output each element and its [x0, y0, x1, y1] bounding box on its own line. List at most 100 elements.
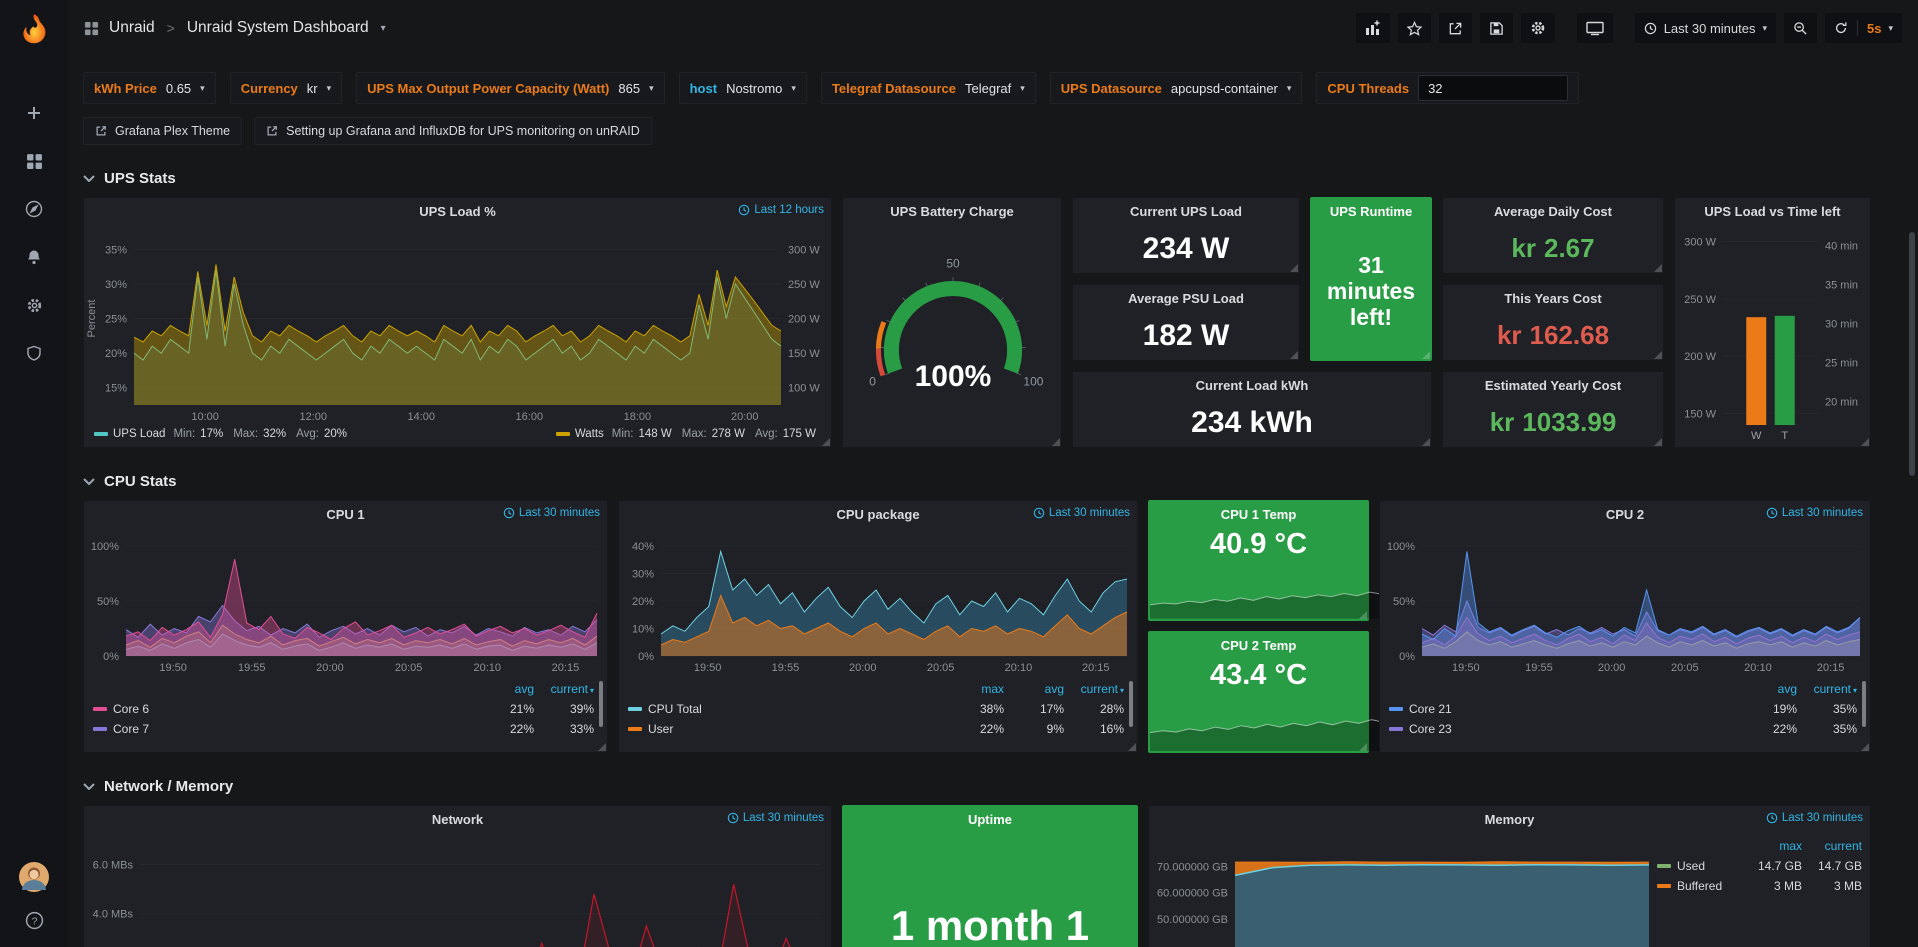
legend-row-buffered[interactable]: Buffered3 MB3 MB	[1657, 876, 1862, 896]
network-chart[interactable]: 2.0 MBs4.0 MBs6.0 MBs19:5019:5520:0020:0…	[84, 832, 831, 947]
panel-title[interactable]: Average Daily Cost	[1494, 204, 1612, 219]
panel-resize-handle[interactable]	[1861, 743, 1869, 751]
dashboard-settings-button[interactable]	[1521, 13, 1555, 43]
panel-title[interactable]: Average PSU Load	[1128, 291, 1244, 306]
memory-chart[interactable]: 50.000000 GB60.000000 GB70.000000 GB	[1149, 832, 1657, 947]
panel-title[interactable]: This Years Cost	[1504, 291, 1601, 306]
sidebar-alerting-button[interactable]	[0, 236, 68, 278]
cpu2-chart[interactable]: 0%50%100%19:5019:5520:0020:0520:1020:15	[1380, 527, 1870, 676]
panel-time-range[interactable]: Last 30 minutes	[1766, 812, 1863, 824]
row-header-ups-stats[interactable]: UPS Stats	[83, 167, 1918, 189]
legend-column-max[interactable]: max	[1742, 839, 1802, 853]
panel-title[interactable]: Memory	[1485, 812, 1535, 827]
legend-row-core-21[interactable]: Core 2119%35%	[1389, 699, 1857, 719]
legend-column-current[interactable]: current	[1802, 839, 1862, 853]
legend-column-current[interactable]: current▾	[534, 682, 594, 696]
legend-item-ups-load[interactable]: UPS LoadMin:17%Max:32%Avg:20%	[94, 428, 352, 440]
cpu1-chart[interactable]: 0%50%100%19:5019:5520:0020:0520:1020:15	[84, 527, 607, 676]
page-scrollbar[interactable]	[1909, 232, 1915, 476]
share-button[interactable]	[1439, 13, 1472, 43]
svg-text:100%: 100%	[1387, 541, 1415, 553]
legend-column-avg[interactable]: avg	[1737, 682, 1797, 696]
legend-row-core-6[interactable]: Core 621%39%	[93, 699, 594, 719]
variable-ups-datasource[interactable]: UPS Datasourceapcupsd-container▾	[1050, 72, 1303, 104]
legend-column-max[interactable]: max	[944, 682, 1004, 696]
refresh-button[interactable]: 5s ▾	[1825, 13, 1902, 43]
variable-cpu-threads[interactable]: CPU Threads32	[1316, 72, 1579, 104]
dashboard-link-setting-up-grafana-and-influxdb-for-ups-monitoring-on-unraid[interactable]: Setting up Grafana and InfluxDB for UPS …	[254, 117, 652, 145]
panel-title[interactable]: Network	[432, 812, 483, 827]
panel-time-range[interactable]: Last 30 minutes	[727, 812, 824, 824]
panel-title[interactable]: UPS Runtime	[1330, 204, 1412, 219]
panel-resize-handle[interactable]	[1128, 743, 1136, 751]
legend-column-avg[interactable]: avg	[1004, 682, 1064, 696]
breadcrumb-app[interactable]: Unraid	[109, 19, 155, 37]
legend-row-used[interactable]: Used14.7 GB14.7 GB	[1657, 856, 1862, 876]
tv-mode-button[interactable]	[1577, 13, 1613, 43]
variable-input[interactable]: 32	[1418, 75, 1568, 101]
sidebar-configuration-button[interactable]	[0, 284, 68, 326]
sidebar-create-button[interactable]	[0, 92, 68, 134]
legend-scrollbar[interactable]	[1129, 681, 1133, 727]
panel-time-range[interactable]: Last 30 minutes	[1033, 507, 1130, 519]
variable-host[interactable]: hostNostromo▾	[679, 72, 807, 104]
variable-ups-max-output-power-capacity-watt[interactable]: UPS Max Output Power Capacity (Watt)865▾	[356, 72, 664, 104]
panel-time-range[interactable]: Last 30 minutes	[503, 507, 600, 519]
row-header-cpu-stats[interactable]: CPU Stats	[83, 470, 1918, 492]
variable-currency[interactable]: Currencykr▾	[230, 72, 342, 104]
add-panel-button[interactable]	[1356, 13, 1390, 43]
panel-title[interactable]: Current Load kWh	[1196, 378, 1309, 393]
refresh-interval-select[interactable]: 5s	[1867, 21, 1881, 36]
sidebar-dashboards-button[interactable]	[0, 140, 68, 182]
legend-row-core-23[interactable]: Core 2322%35%	[1389, 719, 1857, 739]
grafana-logo[interactable]	[0, 0, 68, 58]
legend-scrollbar[interactable]	[1862, 681, 1866, 727]
panel-time-range[interactable]: Last 30 minutes	[1766, 507, 1863, 519]
variable-kwh-price[interactable]: kWh Price0.65▾	[83, 72, 216, 104]
panel-resize-handle[interactable]	[1052, 438, 1060, 446]
time-range-picker[interactable]: Last 30 minutes ▾	[1635, 13, 1776, 43]
panel-title[interactable]: Current UPS Load	[1130, 204, 1242, 219]
panel-resize-handle[interactable]	[1359, 611, 1367, 619]
legend-column-avg[interactable]: avg	[474, 682, 534, 696]
legend-column-current[interactable]: current▾	[1064, 682, 1124, 696]
dashboard-dropdown-caret-icon[interactable]: ▾	[381, 23, 386, 34]
mark-favorite-button[interactable]	[1398, 13, 1431, 43]
panel-resize-handle[interactable]	[1861, 438, 1869, 446]
legend-item-watts[interactable]: WattsMin:148 WMax:278 WAvg:175 W	[556, 428, 821, 440]
ups-load-vs-time-chart[interactable]: 150 W200 W250 W300 W20 min25 min30 min35…	[1675, 224, 1870, 449]
panel-resize-handle[interactable]	[598, 743, 606, 751]
ups-load-chart[interactable]: 15%20%25%30%35%100 W150 W200 W250 W300 W…	[84, 224, 833, 425]
help-button[interactable]: ?	[25, 911, 44, 933]
sidebar-server-admin-button[interactable]	[0, 332, 68, 374]
legend-column-current[interactable]: current▾	[1797, 682, 1857, 696]
dashboard-title[interactable]: Unraid System Dashboard	[187, 19, 369, 37]
zoom-out-button[interactable]	[1784, 13, 1817, 43]
panel-title[interactable]: Estimated Yearly Cost	[1485, 378, 1621, 393]
battery-gauge-chart[interactable]: 050100100%	[843, 224, 1063, 449]
legend-series-name[interactable]: Watts	[575, 428, 604, 440]
panel-title[interactable]: UPS Load vs Time left	[1704, 204, 1840, 219]
panel-title[interactable]: UPS Load %	[419, 204, 496, 219]
panel-title[interactable]: Uptime	[968, 812, 1012, 827]
dashboard-grid-icon[interactable]	[84, 21, 99, 36]
legend-row-core-7[interactable]: Core 722%33%	[93, 719, 594, 739]
panel-resize-handle[interactable]	[1359, 743, 1367, 751]
sidebar-explore-button[interactable]	[0, 188, 68, 230]
panel-title[interactable]: UPS Battery Charge	[890, 204, 1014, 219]
variable-telegraf-datasource[interactable]: Telegraf DatasourceTelegraf▾	[821, 72, 1036, 104]
row-header-network-memory[interactable]: Network / Memory	[83, 775, 1918, 797]
panel-time-range[interactable]: Last 12 hours	[738, 204, 824, 216]
dashboard-link-grafana-plex-theme[interactable]: Grafana Plex Theme	[83, 117, 242, 145]
panel-title[interactable]: CPU package	[836, 507, 919, 522]
panel-title[interactable]: CPU 2	[1606, 507, 1644, 522]
cpu-package-chart[interactable]: 0%10%20%30%40%19:5019:5520:0020:0520:102…	[619, 527, 1137, 676]
legend-row-cpu-total[interactable]: CPU Total38%17%28%	[628, 699, 1124, 719]
save-button[interactable]	[1480, 13, 1513, 43]
panel-title[interactable]: CPU 1	[326, 507, 364, 522]
legend-row-user[interactable]: User22%9%16%	[628, 719, 1124, 739]
panel-resize-handle[interactable]	[822, 438, 830, 446]
legend-series-name[interactable]: UPS Load	[113, 428, 165, 440]
user-avatar[interactable]	[19, 862, 49, 895]
legend-scrollbar[interactable]	[599, 681, 603, 727]
